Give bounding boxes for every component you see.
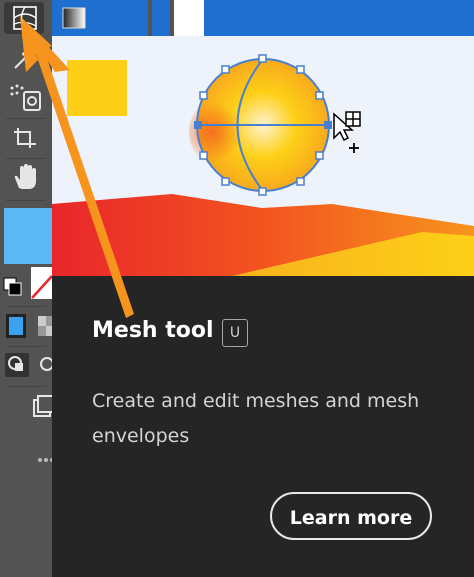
tooltip-description: Create and edit meshes and mesh envelope… xyxy=(92,390,420,447)
symbol-sprayer-icon[interactable] xyxy=(8,82,44,112)
draw-normal-icon[interactable] xyxy=(4,352,30,378)
default-colors-icon[interactable] xyxy=(2,276,24,296)
tool-tooltip-panel: Mesh tool U Create and edit meshes and m… xyxy=(52,276,474,577)
color-mode-icon[interactable] xyxy=(4,312,28,340)
yellow-swatch xyxy=(67,60,127,116)
mesh-icon xyxy=(13,6,37,30)
gradient-icon xyxy=(62,7,86,29)
shortcut-key-badge: U xyxy=(222,319,248,347)
eyedropper-icon[interactable] xyxy=(10,46,36,72)
fill-swatch[interactable] xyxy=(4,208,52,264)
tool-preview-image xyxy=(52,36,474,276)
artboard-icon[interactable] xyxy=(10,124,42,152)
tools-panel xyxy=(0,0,86,577)
preview-illustration xyxy=(52,54,474,276)
mesh-tool-button[interactable] xyxy=(4,2,44,34)
hand-icon[interactable] xyxy=(10,162,40,192)
top-bar xyxy=(52,0,474,36)
mesh-cursor-icon xyxy=(333,111,361,153)
tooltip-title: Mesh tool xyxy=(92,318,214,343)
none-color-icon[interactable] xyxy=(30,266,52,300)
gradient-tool-button[interactable] xyxy=(58,4,90,32)
learn-more-button[interactable]: Learn more xyxy=(270,492,432,540)
